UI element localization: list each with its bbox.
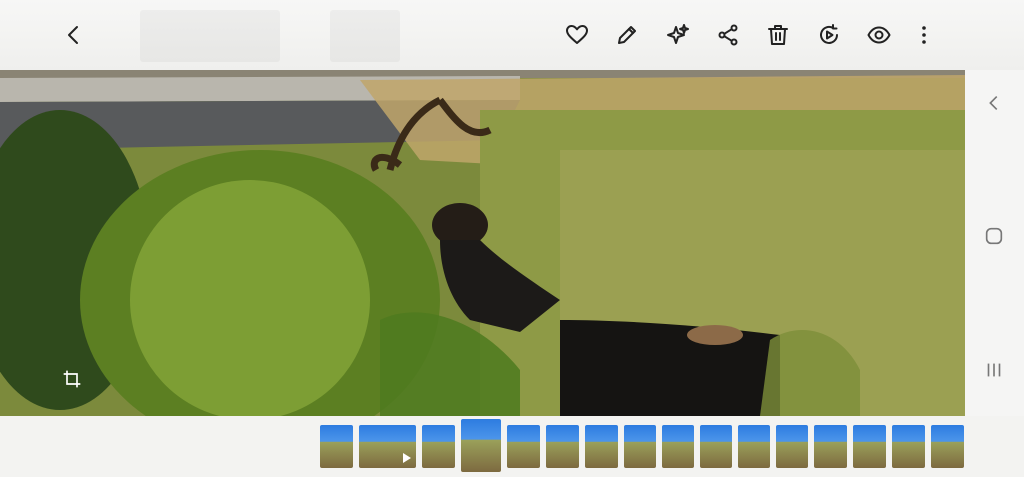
share-icon [718,24,738,46]
filmstrip [0,416,1024,477]
top-toolbar [0,0,1024,70]
heart-icon [566,25,588,44]
filmstrip-thumbnail[interactable] [700,425,732,468]
filmstrip-thumbnail[interactable] [422,425,455,468]
view-button[interactable] [861,17,897,53]
filmstrip-thumbnail[interactable] [624,425,656,468]
photo-image [0,70,965,416]
filmstrip-thumbnail-current[interactable] [461,419,501,472]
filmstrip-thumbnail[interactable] [359,425,416,468]
faded-backdrop [330,10,400,62]
remaster-icon [820,24,838,44]
pencil-icon [618,26,636,44]
home-circle-icon [985,227,1003,245]
filmstrip-thumbnail[interactable] [585,425,618,468]
chevron-left-icon [68,26,78,44]
more-vert-icon [922,26,926,44]
favorite-button[interactable] [559,17,595,53]
suggestions-button[interactable] [660,17,696,53]
filmstrip-thumbnail[interactable] [892,425,925,468]
filmstrip-thumbnail[interactable] [738,425,770,468]
system-back-button[interactable] [979,88,1009,118]
main-photo[interactable] [0,70,965,416]
filmstrip-thumbnail[interactable] [776,425,808,468]
filmstrip-thumbnail[interactable] [853,425,886,468]
crop-icon [63,370,81,388]
filmstrip-thumbnail[interactable] [507,425,540,468]
recents-lines-icon [987,363,1001,377]
system-recents-button[interactable] [979,355,1009,385]
trash-icon [768,25,788,45]
filmstrip-thumbnail[interactable] [931,425,964,468]
filmstrip-thumbnail[interactable] [814,425,847,468]
crop-button[interactable] [55,362,89,396]
filmstrip-thumbnail[interactable] [662,425,694,468]
eye-icon [867,26,891,44]
share-button[interactable] [710,17,746,53]
system-home-button[interactable] [979,221,1009,251]
remaster-button[interactable] [811,17,847,53]
play-icon [403,453,411,463]
delete-button[interactable] [760,17,796,53]
edit-button[interactable] [609,17,645,53]
sparkle-icon [667,24,689,44]
chevron-left-icon [989,95,998,111]
back-button[interactable] [56,17,92,53]
filmstrip-thumbnail[interactable] [320,425,353,468]
filmstrip-thumbnail[interactable] [546,425,579,468]
more-options-button[interactable] [906,17,942,53]
system-nav-bar [965,70,1024,416]
faded-backdrop [140,10,280,62]
